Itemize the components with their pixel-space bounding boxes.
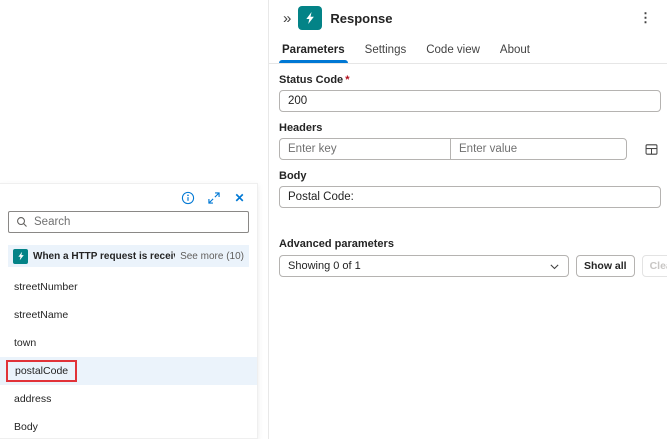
more-menu-icon[interactable]: ⋮ — [634, 8, 657, 28]
trigger-group-header[interactable]: When a HTTP request is received See more… — [8, 245, 249, 267]
dynamic-content-flyout: ✕ When a HTTP request is received See mo… — [0, 183, 258, 439]
panel-title: Response — [330, 11, 392, 26]
tab-bar: Parameters Settings Code view About — [269, 36, 667, 64]
advanced-parameters-label: Advanced parameters — [279, 238, 661, 250]
group-title: When a HTTP request is received — [33, 251, 175, 262]
item-label: Body — [14, 421, 38, 433]
collapse-panel-icon[interactable]: » — [283, 11, 290, 26]
item-label: streetNumber — [14, 281, 78, 293]
status-code-label: Status Code* — [279, 74, 661, 86]
item-label: streetName — [14, 309, 68, 321]
search-box — [8, 211, 249, 233]
highlight-box: postalCode — [6, 360, 77, 382]
dynamic-content-item[interactable]: address — [0, 385, 257, 413]
tab-about[interactable]: About — [497, 36, 533, 63]
search-icon — [16, 216, 28, 228]
headers-label: Headers — [279, 122, 661, 134]
close-icon[interactable]: ✕ — [232, 191, 247, 206]
clear-all-button[interactable]: Clear all — [642, 255, 667, 277]
http-trigger-icon — [13, 249, 28, 264]
required-mark: * — [345, 74, 349, 86]
headers-row — [279, 138, 661, 160]
dynamic-content-list: streetNumber streetName town postalCode … — [0, 273, 257, 439]
show-all-button[interactable]: Show all — [576, 255, 635, 277]
tab-code-view[interactable]: Code view — [423, 36, 483, 63]
switch-to-text-mode-icon[interactable] — [641, 139, 661, 159]
header-value-input[interactable] — [450, 138, 627, 160]
advanced-parameters-dropdown[interactable]: Showing 0 of 1 — [279, 255, 569, 277]
tab-parameters[interactable]: Parameters — [279, 36, 348, 63]
dynamic-content-item[interactable]: Body — [0, 413, 257, 439]
search-input[interactable] — [34, 216, 241, 228]
status-code-label-text: Status Code — [279, 74, 343, 86]
dropdown-value: Showing 0 of 1 — [288, 260, 361, 272]
designer-canvas: ✕ When a HTTP request is received See mo… — [0, 0, 667, 439]
info-icon[interactable] — [180, 191, 195, 206]
dynamic-content-item[interactable]: streetName — [0, 301, 257, 329]
dynamic-content-item[interactable]: postalCode — [0, 357, 257, 385]
item-label: town — [14, 337, 36, 349]
status-code-input[interactable] — [279, 90, 661, 112]
response-action-icon — [298, 6, 322, 30]
parameters-form: Status Code* Headers Body Advanced param… — [269, 74, 667, 277]
tab-settings[interactable]: Settings — [362, 36, 410, 63]
panel-header: » Response ⋮ — [269, 0, 667, 36]
expand-icon[interactable] — [206, 191, 221, 206]
item-label: address — [14, 393, 51, 405]
chevron-down-icon — [549, 261, 560, 272]
body-label: Body — [279, 170, 661, 182]
flyout-toolbar: ✕ — [0, 184, 257, 206]
see-more-link[interactable]: See more (10) — [180, 251, 244, 262]
body-input[interactable] — [279, 186, 661, 208]
response-panel: » Response ⋮ Parameters Settings Code vi… — [268, 0, 667, 439]
header-key-input[interactable] — [279, 138, 451, 160]
dynamic-content-item[interactable]: town — [0, 329, 257, 357]
advanced-parameters-row: Showing 0 of 1 Show all Clear all — [279, 255, 661, 277]
dynamic-content-item[interactable]: streetNumber — [0, 273, 257, 301]
